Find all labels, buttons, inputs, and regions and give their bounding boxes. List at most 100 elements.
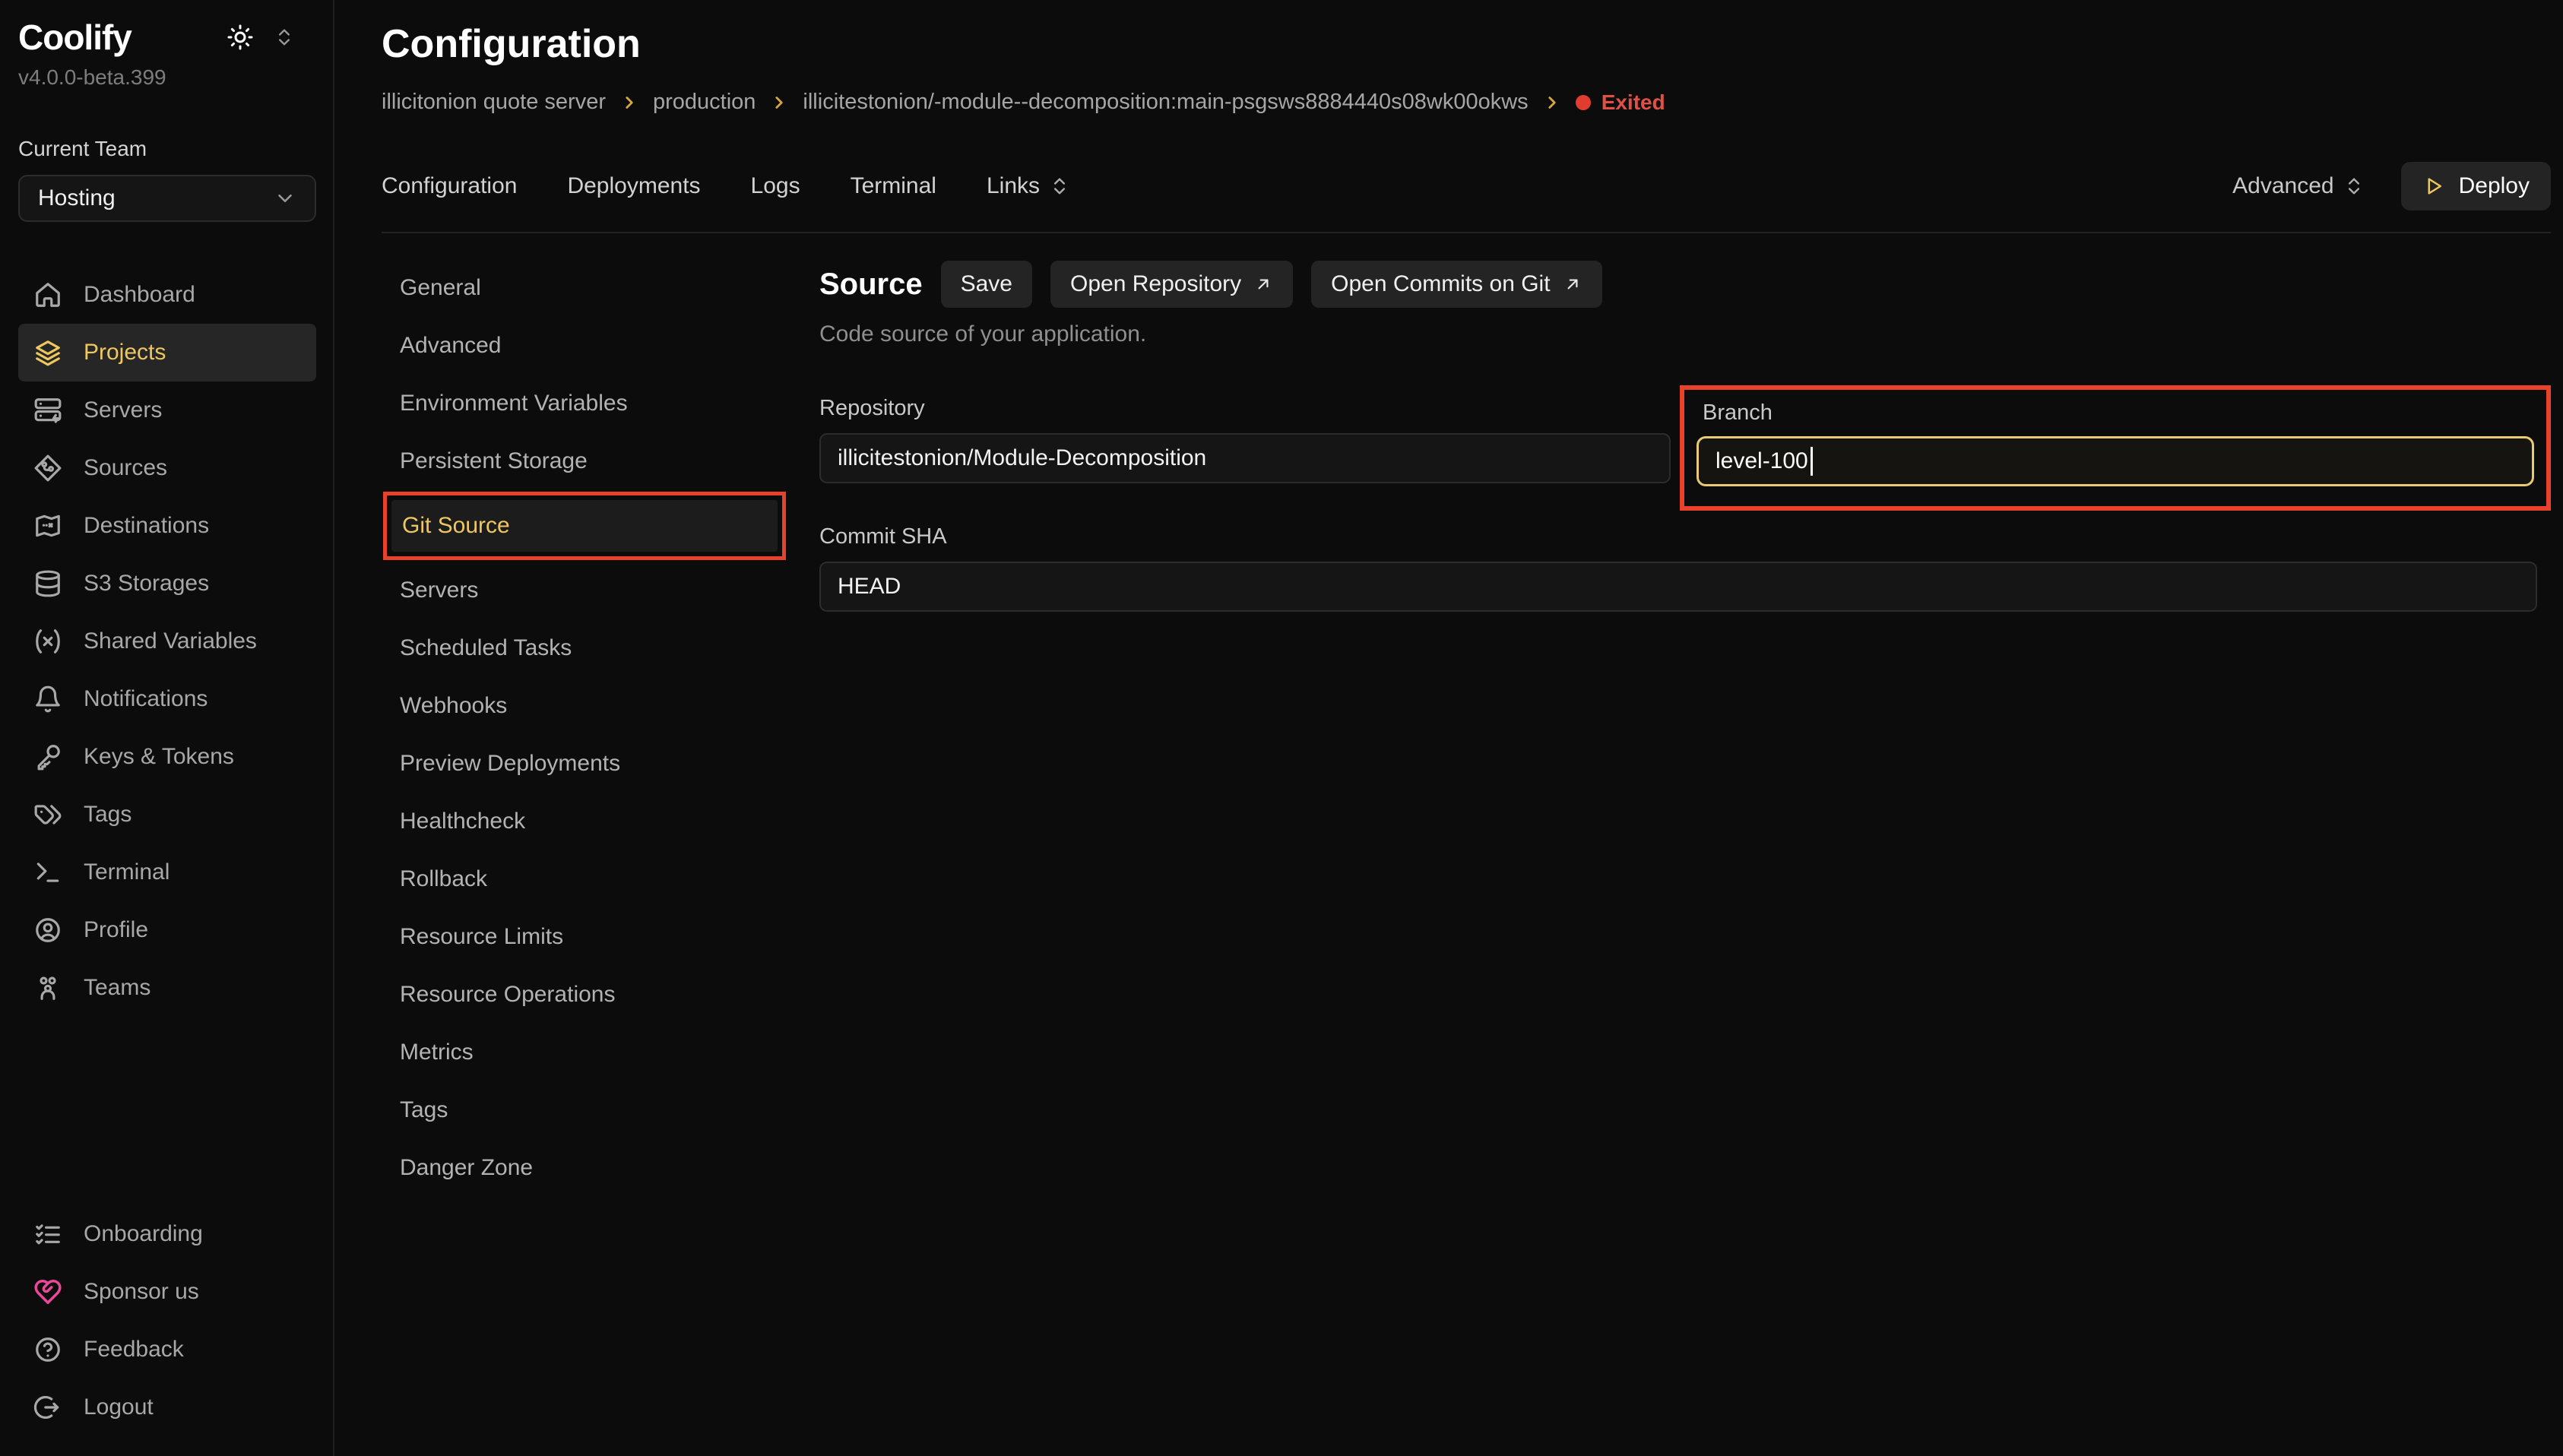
breadcrumb-project[interactable]: illicitonion quote server — [382, 90, 606, 115]
branch-input[interactable]: level-100 — [1697, 436, 2534, 486]
bell-icon — [33, 685, 62, 714]
chevrons-up-down-icon[interactable] — [274, 27, 295, 48]
tab-deployments[interactable]: Deployments — [567, 173, 700, 199]
map-icon — [33, 511, 62, 540]
subnav-item-healthcheck[interactable]: Healthcheck — [382, 793, 819, 850]
user-icon — [33, 916, 62, 945]
server-icon — [33, 396, 62, 425]
tab-configuration[interactable]: Configuration — [382, 173, 517, 199]
status-badge: Exited — [1576, 90, 1665, 115]
deploy-button[interactable]: Deploy — [2401, 162, 2551, 210]
breadcrumb: illicitonion quote server production ill… — [382, 90, 2551, 115]
sidebar-item-shared-variables[interactable]: Shared Variables — [18, 612, 316, 670]
sidebar-item-projects[interactable]: Projects — [18, 324, 316, 381]
sidebar-item-sponsor-us[interactable]: Sponsor us — [18, 1263, 316, 1321]
commit-sha-label: Commit SHA — [819, 524, 2537, 549]
sidebar-item-servers[interactable]: Servers — [18, 381, 316, 439]
chevrons-up-down-icon — [1049, 176, 1070, 197]
sidebar-item-feedback[interactable]: Feedback — [18, 1321, 316, 1378]
variable-icon — [33, 627, 62, 656]
team-select-value: Hosting — [38, 185, 116, 211]
logout-icon — [33, 1393, 62, 1422]
tabbar-actions: Advanced Deploy — [2232, 162, 2551, 210]
sidebar-item-s3-storages[interactable]: S3 Storages — [18, 555, 316, 612]
subnav-item-persistent-storage[interactable]: Persistent Storage — [382, 432, 819, 490]
sidebar-item-destinations[interactable]: Destinations — [18, 497, 316, 555]
branch-annotation-box: Branch level-100 — [1680, 385, 2551, 511]
subnav-item-webhooks[interactable]: Webhooks — [382, 677, 819, 735]
chevron-right-icon — [1542, 93, 1562, 112]
tab-links[interactable]: Links — [987, 173, 1070, 199]
branch-label: Branch — [1703, 400, 2534, 426]
chevron-right-icon — [619, 93, 639, 112]
sidebar-item-tags[interactable]: Tags — [18, 786, 316, 844]
commit-sha-field: Commit SHA — [819, 524, 2537, 612]
sidebar-item-teams[interactable]: Teams — [18, 959, 316, 1017]
subnav-item-resource-limits[interactable]: Resource Limits — [382, 908, 819, 966]
chevron-right-icon — [769, 93, 789, 112]
external-link-icon — [1563, 274, 1582, 294]
subnav-item-general[interactable]: General — [382, 259, 819, 317]
layers-icon — [33, 338, 62, 367]
home-icon — [33, 280, 62, 309]
status-dot — [1576, 95, 1591, 110]
commit-sha-input[interactable] — [819, 562, 2537, 612]
breadcrumb-resource[interactable]: illicitestonion/-module--decomposition:m… — [803, 90, 1528, 115]
subnav-item-preview-deployments[interactable]: Preview Deployments — [382, 735, 819, 793]
subnav-item-rollback[interactable]: Rollback — [382, 850, 819, 908]
repository-field: Repository — [819, 385, 1671, 483]
text-cursor — [1811, 447, 1813, 476]
current-team-label: Current Team — [18, 137, 316, 161]
subnav-item-environment-variables[interactable]: Environment Variables — [382, 375, 819, 432]
tab-logs[interactable]: Logs — [751, 173, 800, 199]
subnav-item-resource-operations[interactable]: Resource Operations — [382, 966, 819, 1024]
main-content: Configuration illicitonion quote server … — [334, 0, 2563, 1456]
sidebar-item-sources[interactable]: Sources — [18, 439, 316, 497]
sidebar-item-profile[interactable]: Profile — [18, 901, 316, 959]
sidebar-footer: Onboarding Sponsor us Feedback Logout — [18, 1205, 316, 1436]
config-subnav: General Advanced Environment Variables P… — [382, 259, 819, 1456]
sidebar-item-onboarding[interactable]: Onboarding — [18, 1205, 316, 1263]
sidebar-item-logout[interactable]: Logout — [18, 1378, 316, 1436]
git-source-icon — [33, 454, 62, 483]
source-header: Source Save Open Repository Open Commits… — [819, 261, 2551, 308]
open-repository-button[interactable]: Open Repository — [1050, 261, 1293, 308]
tabbar-divider — [382, 232, 2551, 233]
subnav-item-scheduled-tasks[interactable]: Scheduled Tasks — [382, 619, 819, 677]
chevron-down-icon — [274, 187, 296, 210]
git-source-panel: Source Save Open Repository Open Commits… — [819, 259, 2551, 1456]
play-icon — [2422, 175, 2445, 198]
sidebar: Coolify v4.0.0-beta.399 Current Team Hos… — [0, 0, 334, 1456]
tags-icon — [33, 800, 62, 829]
subnav-item-metrics[interactable]: Metrics — [382, 1024, 819, 1081]
tabbar: Configuration Deployments Logs Terminal … — [382, 162, 2551, 210]
repository-input[interactable] — [819, 433, 1671, 483]
breadcrumb-environment[interactable]: production — [653, 90, 756, 115]
help-circle-icon — [33, 1335, 62, 1364]
tab-terminal[interactable]: Terminal — [851, 173, 936, 199]
save-button[interactable]: Save — [941, 261, 1032, 308]
configuration-content: General Advanced Environment Variables P… — [382, 259, 2551, 1456]
subnav-item-tags[interactable]: Tags — [382, 1081, 819, 1139]
sidebar-nav: Dashboard Projects Servers Sources Desti… — [18, 266, 316, 1017]
subnav-item-git-source[interactable]: Git Source — [391, 500, 778, 552]
key-icon — [33, 742, 62, 771]
team-select[interactable]: Hosting — [18, 175, 316, 222]
users-icon — [33, 973, 62, 1002]
subnav-item-servers[interactable]: Servers — [382, 562, 819, 619]
source-fields: Repository Branch level-100 — [819, 385, 2551, 612]
branch-field: Branch level-100 — [1697, 400, 2534, 486]
subnav-item-advanced[interactable]: Advanced — [382, 317, 819, 375]
source-title: Source — [819, 267, 923, 302]
sidebar-item-notifications[interactable]: Notifications — [18, 670, 316, 728]
open-commits-button[interactable]: Open Commits on Git — [1311, 261, 1601, 308]
sidebar-item-dashboard[interactable]: Dashboard — [18, 266, 316, 324]
sidebar-header: Coolify — [18, 17, 316, 58]
sidebar-item-keys-tokens[interactable]: Keys & Tokens — [18, 728, 316, 786]
advanced-dropdown[interactable]: Advanced — [2232, 173, 2364, 199]
app-logo: Coolify — [18, 17, 131, 58]
heart-handshake-icon — [33, 1277, 62, 1306]
theme-toggle-sun-icon[interactable] — [227, 24, 254, 51]
sidebar-item-terminal[interactable]: Terminal — [18, 844, 316, 901]
subnav-item-danger-zone[interactable]: Danger Zone — [382, 1139, 819, 1197]
